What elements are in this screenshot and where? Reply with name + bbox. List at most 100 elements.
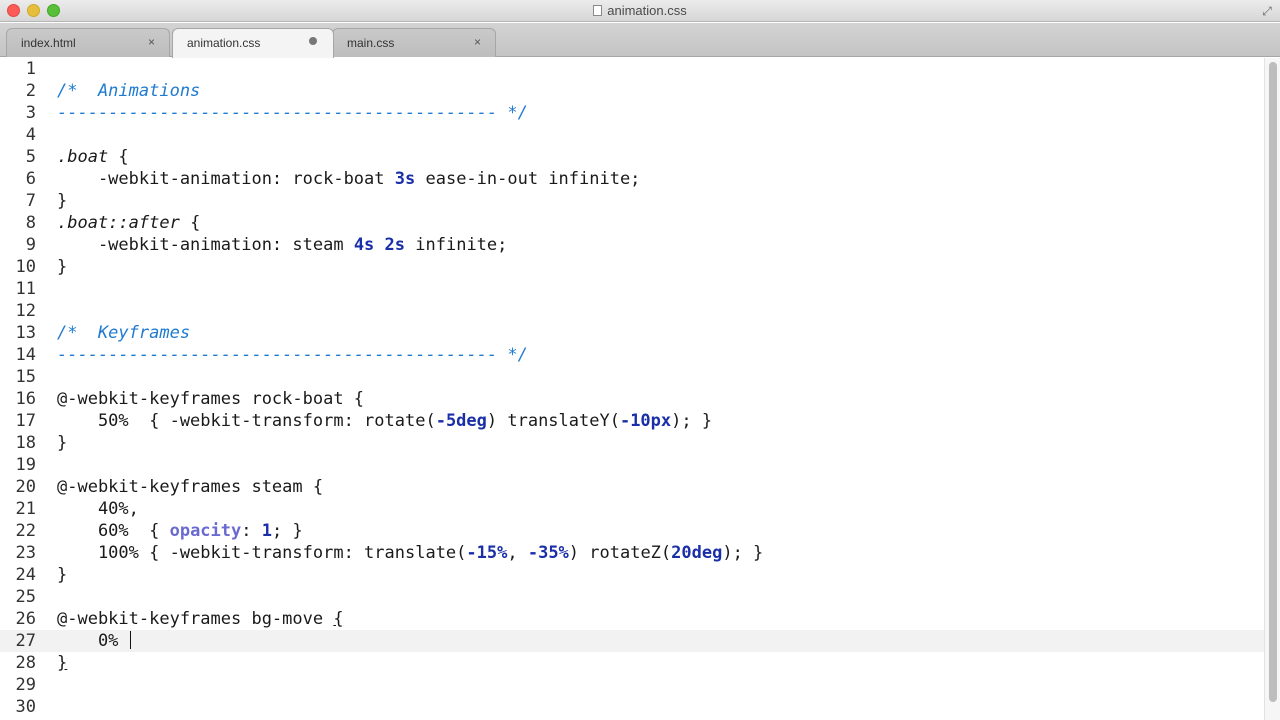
code-line[interactable]: 17 50% { -webkit-transform: rotate(-5deg…: [0, 410, 1264, 432]
line-number: 15: [15, 367, 36, 387]
code-line[interactable]: 3 ---------------------------------------…: [0, 102, 1264, 124]
scrollbar-thumb[interactable]: [1269, 62, 1277, 702]
tab-label: index.html: [21, 36, 76, 50]
vertical-scrollbar[interactable]: [1264, 58, 1280, 720]
line-number: 19: [15, 455, 36, 475]
code-token: }: [57, 433, 68, 453]
line-code: @-webkit-keyframes bg-move {: [57, 608, 344, 630]
code-token: -10px: [619, 411, 672, 431]
line-number: 21: [15, 499, 36, 519]
code-token: /* Keyframes: [57, 323, 191, 343]
code-token: @-webkit-keyframes rock-boat {: [57, 389, 365, 409]
line-code: 100% { -webkit-transform: translate(-15%…: [57, 542, 763, 564]
tab-index-html[interactable]: index.html ×: [6, 28, 170, 57]
code-line[interactable]: 21 40%,: [0, 498, 1264, 520]
line-number: 28: [15, 653, 36, 673]
code-token: }: [57, 565, 68, 585]
fullscreen-icon[interactable]: ⤢: [1260, 4, 1274, 18]
code-line[interactable]: 19: [0, 454, 1264, 476]
line-number: 1: [25, 59, 36, 79]
line-number: 29: [15, 675, 36, 695]
tab-close-icon[interactable]: ×: [148, 35, 155, 49]
code-line[interactable]: 5 .boat {: [0, 146, 1264, 168]
code-token: 1: [261, 521, 272, 541]
line-number: 2: [25, 81, 36, 101]
line-number: 3: [25, 103, 36, 123]
code-token: -5deg: [435, 411, 487, 431]
code-line[interactable]: 1: [0, 58, 1264, 80]
line-number: 11: [15, 279, 36, 299]
code-line[interactable]: 27 0%: [0, 630, 1264, 652]
title-bar: animation.css ⤢: [0, 0, 1280, 22]
tab-bar: index.html × main.css × animation.css: [0, 23, 1280, 58]
code-line[interactable]: 29: [0, 674, 1264, 696]
line-number: 25: [15, 587, 36, 607]
code-line[interactable]: 23 100% { -webkit-transform: translate(-…: [0, 542, 1264, 564]
line-code: }: [57, 256, 67, 278]
code-line[interactable]: 18}: [0, 432, 1264, 454]
line-code: /* Keyframes: [57, 322, 190, 344]
line-code: /* Animations: [57, 80, 200, 102]
line-number: 30: [15, 697, 36, 717]
code-line[interactable]: 11: [0, 278, 1264, 300]
line-number: 4: [25, 125, 36, 145]
code-line[interactable]: 10}: [0, 256, 1264, 278]
line-code: }: [57, 564, 67, 586]
code-token: @-webkit-keyframes steam {: [57, 477, 324, 497]
code-line[interactable]: 14 --------------------------------------…: [0, 344, 1264, 366]
code-token: infinite;: [405, 235, 508, 255]
window-title-text: animation.css: [607, 3, 687, 18]
code-token: .boat::after: [57, 213, 180, 233]
line-code: @-webkit-keyframes steam {: [57, 476, 323, 498]
line-code: ----------------------------------------…: [57, 344, 528, 366]
code-line[interactable]: 15: [0, 366, 1264, 388]
code-line[interactable]: 16 @-webkit-keyframes rock-boat {: [0, 388, 1264, 410]
code-line[interactable]: 4: [0, 124, 1264, 146]
code-token: 4s: [353, 235, 375, 255]
code-line[interactable]: 9 -webkit-animation: steam 4s 2s infinit…: [0, 234, 1264, 256]
line-code: ----------------------------------------…: [57, 102, 528, 124]
code-line[interactable]: 30: [0, 696, 1264, 718]
code-token: :: [241, 521, 262, 541]
code-line[interactable]: 28}: [0, 652, 1264, 674]
line-code: -webkit-animation: steam 4s 2s infinite;: [57, 234, 507, 256]
code-token: /* Animations: [57, 81, 201, 101]
line-number: 23: [15, 543, 36, 563]
code-line[interactable]: 2 /* Animations: [0, 80, 1264, 102]
line-number: 8: [25, 213, 36, 233]
code-token: 0%: [57, 631, 129, 651]
code-line[interactable]: 8 .boat::after {: [0, 212, 1264, 234]
code-line[interactable]: 6 -webkit-animation: rock-boat 3s ease-i…: [0, 168, 1264, 190]
code-token: ----------------------------------------…: [57, 345, 528, 365]
line-number: 24: [15, 565, 36, 585]
code-token: 60% {: [57, 521, 170, 541]
code-token: 100% { -webkit-transform: translate(: [57, 543, 467, 563]
code-line[interactable]: 24}: [0, 564, 1264, 586]
code-token: -15%: [466, 543, 508, 563]
code-line[interactable]: 22 60% { opacity: 1; }: [0, 520, 1264, 542]
line-number: 5: [25, 147, 36, 167]
unsaved-dot-icon[interactable]: [309, 37, 317, 45]
code-token: .boat: [57, 147, 109, 167]
code-token: 50% { -webkit-transform: rotate(: [57, 411, 436, 431]
tab-close-icon[interactable]: ×: [474, 35, 481, 49]
code-token: ); }: [671, 411, 713, 431]
tab-main-css[interactable]: main.css ×: [332, 28, 496, 57]
code-line[interactable]: 13 /* Keyframes: [0, 322, 1264, 344]
line-number: 22: [15, 521, 36, 541]
line-number: 18: [15, 433, 36, 453]
code-line[interactable]: 20 @-webkit-keyframes steam {: [0, 476, 1264, 498]
code-editor[interactable]: 1 2/* Animations 3 ------------------------…: [0, 58, 1264, 720]
line-number: 27: [15, 631, 36, 651]
line-code: -webkit-animation: rock-boat 3s ease-in-…: [57, 168, 640, 190]
code-line[interactable]: 25: [0, 586, 1264, 608]
line-number: 14: [15, 345, 36, 365]
code-token: ,: [507, 543, 528, 563]
code-token: 2s: [384, 235, 406, 255]
code-line[interactable]: 12: [0, 300, 1264, 322]
tab-animation-css[interactable]: animation.css: [172, 28, 334, 58]
code-line[interactable]: 26 @-webkit-keyframes bg-move {: [0, 608, 1264, 630]
code-line[interactable]: 7}: [0, 190, 1264, 212]
code-token: opacity: [169, 521, 242, 541]
